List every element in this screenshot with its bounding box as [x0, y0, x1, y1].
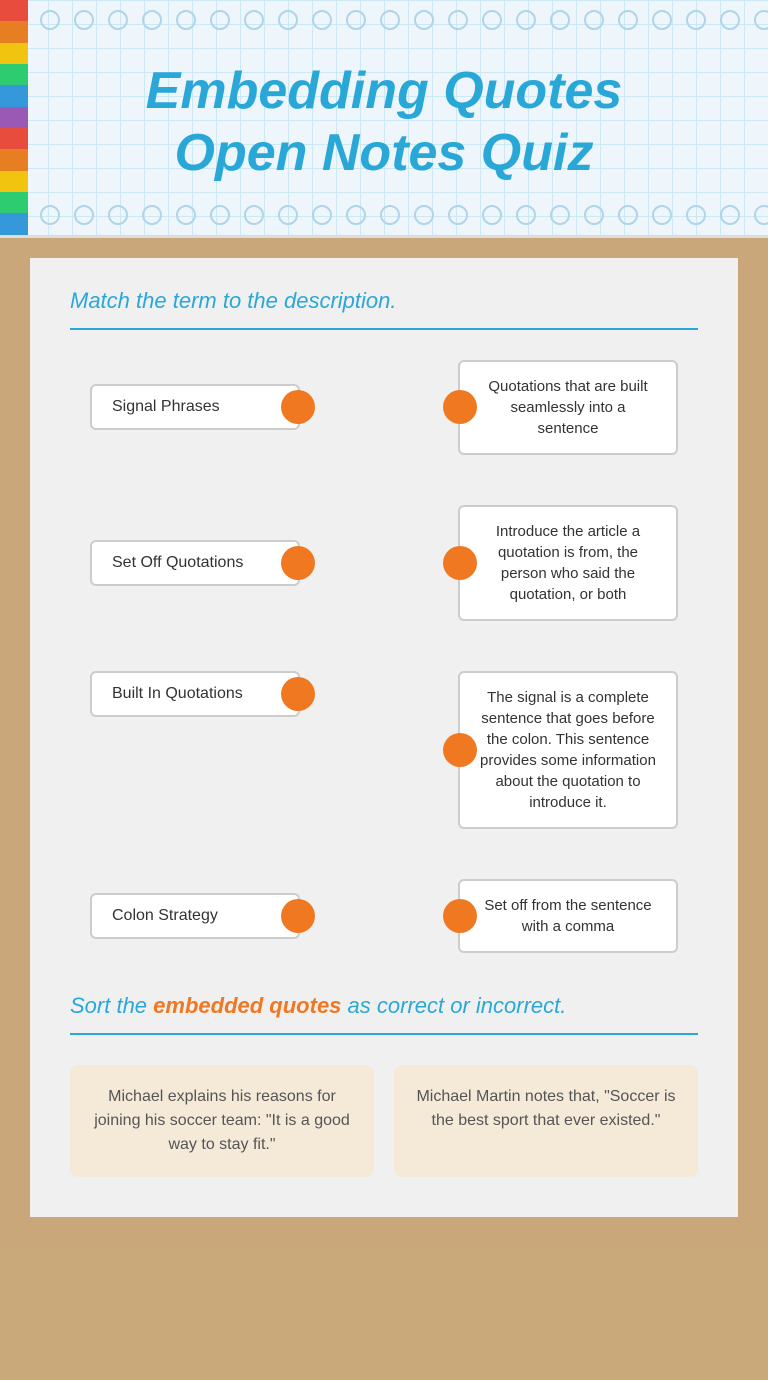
top-dot-10	[346, 10, 366, 30]
desc-dot-3	[443, 733, 477, 767]
tape-blue	[0, 85, 28, 106]
bot-dot-17	[584, 205, 604, 225]
bot-dot-3	[108, 205, 128, 225]
top-dot-17	[584, 10, 604, 30]
match-row-1: Signal Phrases Quotations that are built…	[90, 360, 678, 455]
bot-dot-6	[210, 205, 230, 225]
term-dot-3	[281, 677, 315, 711]
header-section: Embedding Quotes Open Notes Quiz	[0, 0, 768, 238]
tape-red2	[0, 128, 28, 149]
top-dot-11	[380, 10, 400, 30]
match-row-4: Colon Strategy Set off from the sentence…	[90, 879, 678, 953]
bot-dot-5	[176, 205, 196, 225]
header-circles-bottom	[40, 205, 758, 225]
tape-blue2	[0, 213, 28, 234]
bot-dot-21	[720, 205, 740, 225]
bot-dot-10	[346, 205, 366, 225]
tape-orange	[0, 21, 28, 42]
bot-dot-19	[652, 205, 672, 225]
top-dot-7	[244, 10, 264, 30]
sort-cards: Michael explains his reasons for joining…	[70, 1065, 698, 1177]
match-row-2: Set Off Quotations Introduce the article…	[90, 505, 678, 621]
sort-divider	[70, 1033, 698, 1035]
tape-green	[0, 64, 28, 85]
desc-complete-sentence: The signal is a complete sentence that g…	[458, 671, 678, 829]
bot-dot-13	[448, 205, 468, 225]
top-dot-6	[210, 10, 230, 30]
header-circles-top	[40, 10, 758, 30]
bot-dot-18	[618, 205, 638, 225]
tape-strips	[0, 0, 28, 235]
bot-dot-9	[312, 205, 332, 225]
top-dot-15	[516, 10, 536, 30]
top-dot-8	[278, 10, 298, 30]
term-set-off[interactable]: Set Off Quotations	[90, 540, 300, 586]
bot-dot-7	[244, 205, 264, 225]
top-dot-2	[74, 10, 94, 30]
bot-dot-11	[380, 205, 400, 225]
bot-dot-2	[74, 205, 94, 225]
bot-dot-12	[414, 205, 434, 225]
tape-green2	[0, 192, 28, 213]
top-dot-13	[448, 10, 468, 30]
bot-dot-15	[516, 205, 536, 225]
page-title: Embedding Quotes Open Notes Quiz	[40, 60, 728, 185]
tape-orange2	[0, 149, 28, 170]
desc-dot-2	[443, 546, 477, 580]
desc-dot-4	[443, 899, 477, 933]
sort-card-2[interactable]: Michael Martin notes that, "Soccer is th…	[394, 1065, 698, 1177]
top-dot-21	[720, 10, 740, 30]
desc-dot-1	[443, 390, 477, 424]
bot-dot-16	[550, 205, 570, 225]
top-dot-14	[482, 10, 502, 30]
tape-yellow2	[0, 171, 28, 192]
top-dot-22	[754, 10, 768, 30]
top-dot-18	[618, 10, 638, 30]
top-dot-3	[108, 10, 128, 30]
tape-yellow	[0, 43, 28, 64]
desc-introduce-article: Introduce the article a quotation is fro…	[458, 505, 678, 621]
match-area: Signal Phrases Quotations that are built…	[70, 360, 698, 953]
bot-dot-8	[278, 205, 298, 225]
top-dot-1	[40, 10, 60, 30]
match-row-3: Built In Quotations The signal is a comp…	[90, 671, 678, 829]
top-dot-20	[686, 10, 706, 30]
top-dot-4	[142, 10, 162, 30]
term-dot-4	[281, 899, 315, 933]
tape-purple	[0, 107, 28, 128]
match-section: Match the term to the description. Signa…	[70, 288, 698, 953]
bot-dot-1	[40, 205, 60, 225]
top-dot-19	[652, 10, 672, 30]
top-dot-16	[550, 10, 570, 30]
top-dot-12	[414, 10, 434, 30]
top-dot-5	[176, 10, 196, 30]
match-label: Match the term to the description.	[70, 288, 698, 314]
sort-label: Sort the embedded quotes as correct or i…	[70, 993, 698, 1019]
term-signal-phrases[interactable]: Signal Phrases	[90, 384, 300, 430]
term-dot-1	[281, 390, 315, 424]
sort-section: Sort the embedded quotes as correct or i…	[70, 993, 698, 1177]
bot-dot-22	[754, 205, 768, 225]
term-built-in[interactable]: Built In Quotations	[90, 671, 300, 717]
term-colon-strategy[interactable]: Colon Strategy	[90, 893, 300, 939]
top-dot-9	[312, 10, 332, 30]
term-dot-2	[281, 546, 315, 580]
desc-set-off-comma: Set off from the sentence with a comma	[458, 879, 678, 953]
bot-dot-20	[686, 205, 706, 225]
match-divider	[70, 328, 698, 330]
desc-built-seamlessly: Quotations that are built seamlessly int…	[458, 360, 678, 455]
sort-card-1[interactable]: Michael explains his reasons for joining…	[70, 1065, 374, 1177]
bot-dot-4	[142, 205, 162, 225]
main-panel: Match the term to the description. Signa…	[30, 258, 738, 1217]
bot-dot-14	[482, 205, 502, 225]
tape-red	[0, 0, 28, 21]
